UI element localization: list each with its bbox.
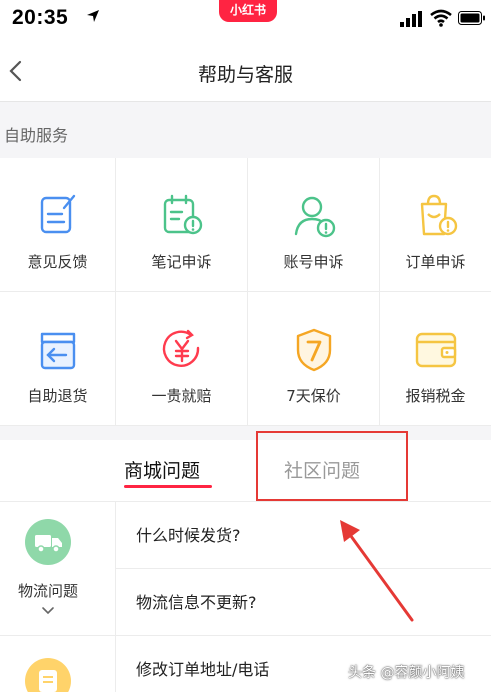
- note-appeal-icon: [163, 194, 202, 235]
- service-item-feedback[interactable]: 意见反馈: [0, 158, 116, 292]
- service-grid: 意见反馈 笔记申诉 账号申诉 订单申诉 自助退货 一贵就赔 7天保价 报销税金: [0, 158, 491, 426]
- service-label: 一贵就赔: [151, 387, 212, 405]
- service-item-self-return[interactable]: 自助退货: [0, 292, 116, 426]
- category-item-second[interactable]: [25, 658, 71, 692]
- question-item[interactable]: 物流信息不更新?: [116, 569, 491, 636]
- category-label: 物流问题: [17, 582, 78, 600]
- document-icon: [39, 670, 57, 692]
- service-item-price-protect[interactable]: 7天保价: [248, 292, 380, 426]
- service-item-note-appeal[interactable]: 笔记申诉: [116, 158, 248, 292]
- service-label: 7天保价: [286, 387, 341, 405]
- highlight-box-annotation: [256, 431, 408, 501]
- service-label: 意见反馈: [27, 253, 88, 271]
- app-badge: 小红书: [219, 0, 277, 22]
- yuan-refund-icon: [162, 329, 199, 367]
- service-label: 账号申诉: [283, 253, 344, 271]
- watermark: 头条 @容颜小阿姨: [348, 665, 465, 681]
- return-box-icon: [40, 332, 75, 370]
- battery-icon: [458, 11, 485, 25]
- page-title: 帮助与客服: [197, 64, 293, 86]
- section-header-self-service: 自助服务: [0, 102, 491, 158]
- wifi-icon: [430, 9, 452, 27]
- question-text: 物流信息不更新?: [136, 593, 257, 612]
- service-item-account-appeal[interactable]: 账号申诉: [248, 158, 380, 292]
- feedback-icon: [40, 194, 75, 234]
- service-label: 订单申诉: [405, 253, 466, 271]
- question-text: 修改订单地址/电话: [136, 660, 270, 679]
- service-item-tax[interactable]: 报销税金: [380, 292, 491, 426]
- status-bar: 20:35 小红书: [0, 0, 491, 40]
- service-item-order-appeal[interactable]: 订单申诉: [380, 158, 491, 292]
- location-arrow-icon: [87, 10, 99, 22]
- order-appeal-icon: [420, 194, 457, 236]
- section-header-label: 自助服务: [4, 126, 69, 145]
- question-item[interactable]: 什么时候发货?: [116, 502, 491, 569]
- arrow-annotation: [340, 520, 414, 622]
- service-label: 自助退货: [27, 387, 88, 405]
- nav-bar: 帮助与客服: [0, 40, 491, 102]
- question-text: 什么时候发货?: [136, 526, 241, 545]
- service-item-refund[interactable]: 一贵就赔: [116, 292, 248, 426]
- category-column: 物流问题: [0, 502, 116, 692]
- section-divider: [0, 426, 491, 440]
- active-tab-indicator: [124, 485, 212, 488]
- category-item-logistics[interactable]: [25, 519, 71, 565]
- tab-mall-questions[interactable]: 商城问题: [124, 456, 200, 483]
- price-shield-icon: [296, 328, 331, 372]
- question-tabs: 商城问题 社区问题: [0, 440, 491, 502]
- wallet-icon: [415, 332, 456, 368]
- category-divider: [0, 635, 116, 636]
- service-label: 报销税金: [405, 387, 466, 405]
- status-time: 20:35: [12, 6, 69, 29]
- chevron-down-icon[interactable]: [41, 606, 55, 616]
- account-appeal-icon: [294, 196, 335, 238]
- service-label: 笔记申诉: [151, 253, 212, 271]
- signal-icon: [400, 11, 422, 27]
- truck-icon: [35, 535, 62, 553]
